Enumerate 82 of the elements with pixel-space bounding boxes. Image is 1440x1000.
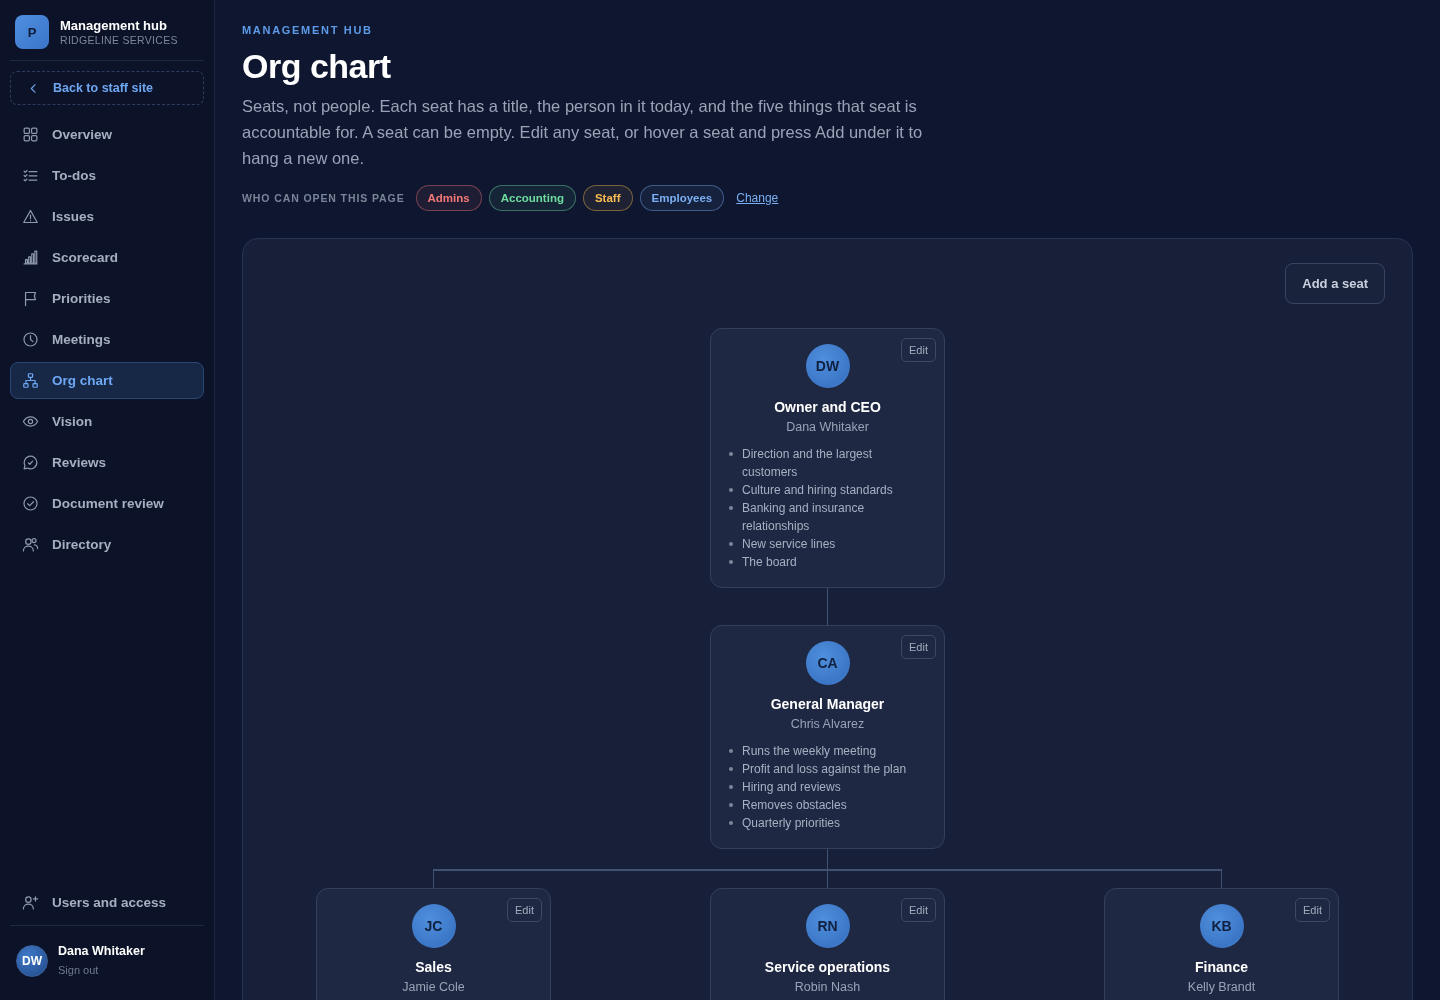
- bullet-icon: [729, 767, 733, 771]
- accountability-text: Quarterly priorities: [742, 815, 841, 832]
- accountability-text: Profit and loss against the plan: [742, 761, 907, 778]
- bullet-icon: [729, 542, 733, 546]
- access-group-tag: Admins: [415, 185, 482, 211]
- person-name: Jamie Cole: [402, 978, 465, 996]
- brand-logo: P: [15, 15, 49, 49]
- nav-item[interactable]: Org chart: [10, 362, 204, 399]
- access-group-tag: Staff: [582, 185, 633, 211]
- user-name: Dana Whitaker: [58, 943, 145, 960]
- edit-button[interactable]: Edit: [901, 897, 936, 922]
- back-link[interactable]: Back to staff site: [10, 71, 204, 105]
- bullet-icon: [729, 749, 733, 753]
- user-avatar: DW: [16, 944, 48, 977]
- access-group-tag: Accounting: [488, 185, 576, 211]
- accountability-text: Runs the weekly meeting: [742, 743, 877, 760]
- grid-icon: [22, 126, 39, 143]
- edit-button[interactable]: Edit: [1295, 897, 1330, 922]
- accountability-text: Hiring and reviews: [742, 779, 841, 796]
- seat-title: Service operations: [764, 957, 891, 976]
- seat-avatar: DW: [805, 344, 850, 388]
- bullet-icon: [729, 506, 733, 510]
- nav-item[interactable]: Issues: [10, 198, 204, 235]
- nav-item[interactable]: Users and access: [10, 884, 179, 921]
- users-icon: [22, 536, 39, 553]
- nav-item[interactable]: Meetings: [10, 321, 204, 358]
- person-name: Kelly Brandt: [1187, 978, 1256, 996]
- section-label: MANAGEMENT HUB: [242, 23, 374, 37]
- seat-avatar: JC: [411, 903, 456, 948]
- checklist-icon: [22, 167, 39, 184]
- eye-icon: [22, 413, 39, 430]
- organization-name: RIDGELINE SERVICES: [60, 33, 178, 47]
- page-title: Org chart: [242, 46, 392, 86]
- nav-item[interactable]: Document review: [10, 485, 204, 522]
- add-seat-button[interactable]: Add a seat: [1285, 263, 1385, 304]
- nav-item[interactable]: Vision: [10, 403, 204, 440]
- person-name: Chris Alvarez: [790, 716, 865, 733]
- seat-title: Sales: [415, 957, 452, 976]
- flag-icon: [22, 290, 39, 307]
- bar-chart-icon: [22, 249, 39, 266]
- edit-button[interactable]: Edit: [507, 897, 542, 922]
- check-circle-icon: [22, 495, 39, 512]
- person-name: Robin Nash: [794, 978, 861, 996]
- bullet-icon: [729, 803, 733, 807]
- accountability-text: The board: [742, 554, 797, 571]
- accountability-text: New service lines: [742, 536, 836, 553]
- nav-item[interactable]: Overview: [10, 116, 204, 153]
- accountability-text: Removes obstacles: [742, 797, 847, 814]
- sign-out-link[interactable]: Sign out: [58, 962, 99, 978]
- edit-button[interactable]: Edit: [901, 635, 936, 659]
- change-link[interactable]: Change: [736, 191, 779, 205]
- accountability-text: Direction and the largest customers: [742, 446, 874, 481]
- bullet-icon: [729, 785, 733, 789]
- org-chart-icon: [22, 372, 39, 389]
- bullet-icon: [729, 560, 733, 564]
- page-description: Seats, not people. Each seat has a title, the person in it today, and the five things that seat is accountable for. A seat can be empty. Edit any seat, or hover a seat and press Add under it to hang a new one.: [242, 96, 924, 169]
- seat-title: Finance: [1195, 957, 1248, 976]
- seat-avatar: CA: [805, 641, 850, 685]
- warning-icon: [22, 208, 39, 225]
- seat-title: Owner and CEO: [774, 398, 881, 416]
- bullet-icon: [729, 488, 733, 492]
- person-name: Dana Whitaker: [786, 419, 869, 436]
- bullet-icon: [729, 821, 733, 825]
- accountability-text: Culture and hiring standards: [742, 482, 893, 499]
- edit-button[interactable]: Edit: [901, 338, 936, 362]
- nav-item[interactable]: Priorities: [10, 280, 204, 317]
- app-title: Management hub: [60, 17, 168, 34]
- seat-avatar: RN: [805, 903, 850, 948]
- user-plus-icon: [22, 894, 39, 911]
- chat-check-icon: [22, 454, 39, 471]
- connector-line: [826, 588, 829, 625]
- seat-avatar: KB: [1199, 903, 1244, 948]
- seat-title: General Manager: [770, 695, 885, 713]
- clock-icon: [22, 331, 39, 348]
- access-label: WHO CAN OPEN THIS PAGE: [242, 192, 405, 204]
- bullet-icon: [729, 452, 733, 456]
- nav-item[interactable]: Scorecard: [10, 239, 204, 276]
- accountability-text: Banking and insurance relationships: [742, 500, 866, 535]
- nav-item[interactable]: To-dos: [10, 157, 204, 194]
- nav-item[interactable]: Reviews: [10, 444, 204, 481]
- nav-item[interactable]: Directory: [10, 526, 204, 563]
- access-group-tag: Employees: [639, 185, 725, 211]
